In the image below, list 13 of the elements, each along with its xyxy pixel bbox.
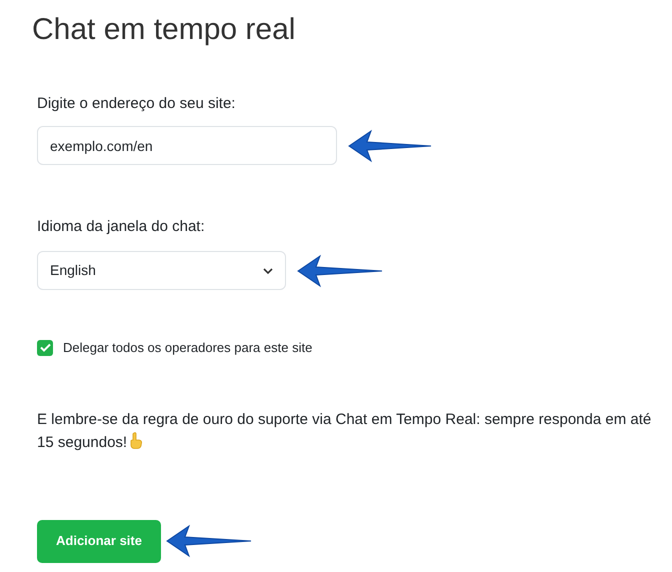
- language-select[interactable]: English: [37, 251, 286, 290]
- delegate-checkbox[interactable]: [37, 340, 53, 356]
- field-label: Idioma da janela do chat:: [37, 217, 206, 237]
- arrow-icon: [296, 254, 384, 288]
- chevron-down-icon: [263, 266, 273, 274]
- field-label: Digite o endereço do seu site:: [37, 94, 236, 114]
- page-title: Chat em tempo real: [32, 12, 296, 48]
- reminder-text: E lembre-se da regra de ouro do suporte via Chat em Tempo Real: sempre responda em até 15 segundos!: [37, 410, 652, 452]
- site-address-field[interactable]: exemplo.com/en: [37, 126, 337, 165]
- arrow-icon: [347, 128, 433, 162]
- arrow-icon: [165, 524, 253, 558]
- pointing-hand-icon: [129, 432, 144, 448]
- checkbox-label: Delegar todos os operadores para este site: [63, 339, 312, 357]
